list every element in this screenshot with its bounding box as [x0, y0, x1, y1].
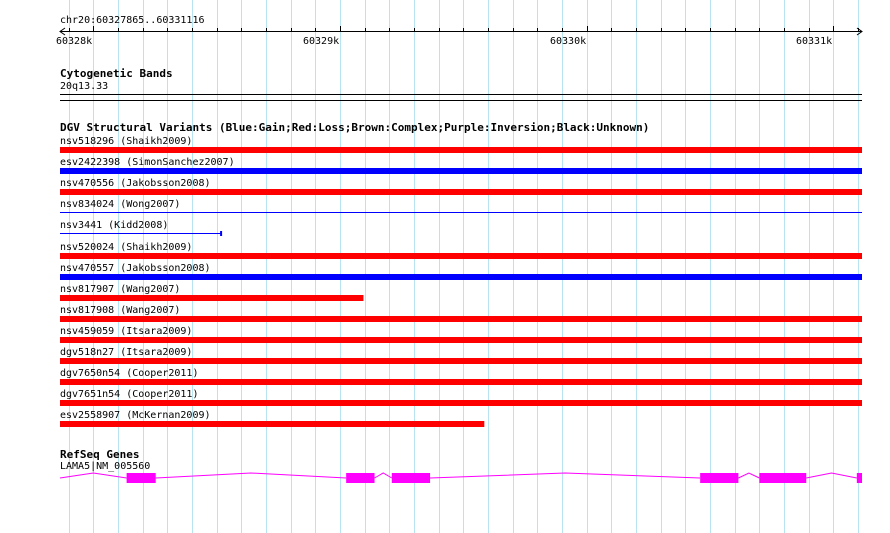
- dgv-variant-bar: [60, 379, 862, 385]
- location-label: chr20:60327865..60331116: [60, 15, 205, 26]
- dgv-variant-label[interactable]: esv2422398 (SimonSanchez2007): [60, 157, 235, 168]
- dgv-variant-bar: [60, 147, 862, 153]
- gene-exon: [391, 473, 431, 483]
- dgv-variant-bar: [60, 358, 862, 364]
- dgv-variant-bar: [60, 253, 862, 259]
- dgv-variant-bar: [60, 168, 862, 174]
- dgv-variant-label[interactable]: nsv470556 (Jakobsson2008): [60, 178, 211, 189]
- dgv-variant-bar: [60, 295, 364, 301]
- gene-exon: [856, 473, 862, 483]
- ruler-tick-label: 60330k: [550, 36, 587, 47]
- dgv-variant-label[interactable]: dgv7651n54 (Cooper2011): [60, 389, 198, 400]
- dgv-variant-label[interactable]: nsv834024 (Wong2007): [60, 199, 180, 210]
- gene-exon: [759, 473, 807, 483]
- cytoband-label[interactable]: 20q13.33: [60, 81, 108, 92]
- dgv-variant-label[interactable]: nsv817907 (Wang2007): [60, 284, 180, 295]
- dgv-variant-label[interactable]: esv2558907 (McKernan2009): [60, 410, 211, 421]
- dgv-variant-bar: [60, 316, 862, 322]
- ruler-tick-label: 60328k: [56, 36, 93, 47]
- dgv-variant-label[interactable]: nsv459059 (Itsara2009): [60, 326, 192, 337]
- gene-exon: [126, 473, 156, 483]
- dgv-variant-bar: [60, 421, 485, 427]
- refseq-track-title[interactable]: RefSeq Genes: [60, 449, 139, 461]
- dgv-variant-bar: [60, 274, 862, 280]
- dgv-variant-label[interactable]: dgv7650n54 (Cooper2011): [60, 368, 198, 379]
- dgv-variant-label[interactable]: dgv518n27 (Itsara2009): [60, 347, 192, 358]
- dgv-variant-bar: [60, 189, 862, 195]
- gene-label[interactable]: LAMA5|NM_005560: [60, 461, 150, 472]
- gene-exon: [346, 473, 375, 483]
- dgv-variant-bar: [60, 400, 862, 406]
- cytoband-track-title[interactable]: Cytogenetic Bands: [60, 68, 173, 80]
- dgv-variant-label[interactable]: nsv470557 (Jakobsson2008): [60, 263, 211, 274]
- ruler-tick-label: 60331k: [796, 36, 833, 47]
- gene-exon: [700, 473, 739, 483]
- dgv-variant-bar: [60, 337, 862, 343]
- ruler-tick-label: 60329k: [303, 36, 340, 47]
- dgv-track-title[interactable]: DGV Structural Variants (Blue:Gain;Red:L…: [60, 122, 649, 134]
- dgv-variant-label[interactable]: nsv3441 (Kidd2008): [60, 220, 168, 231]
- dgv-variant-label[interactable]: nsv817908 (Wang2007): [60, 305, 180, 316]
- dgv-variant-label[interactable]: nsv518296 (Shaikh2009): [60, 136, 192, 147]
- dgv-variant-label[interactable]: nsv520024 (Shaikh2009): [60, 242, 192, 253]
